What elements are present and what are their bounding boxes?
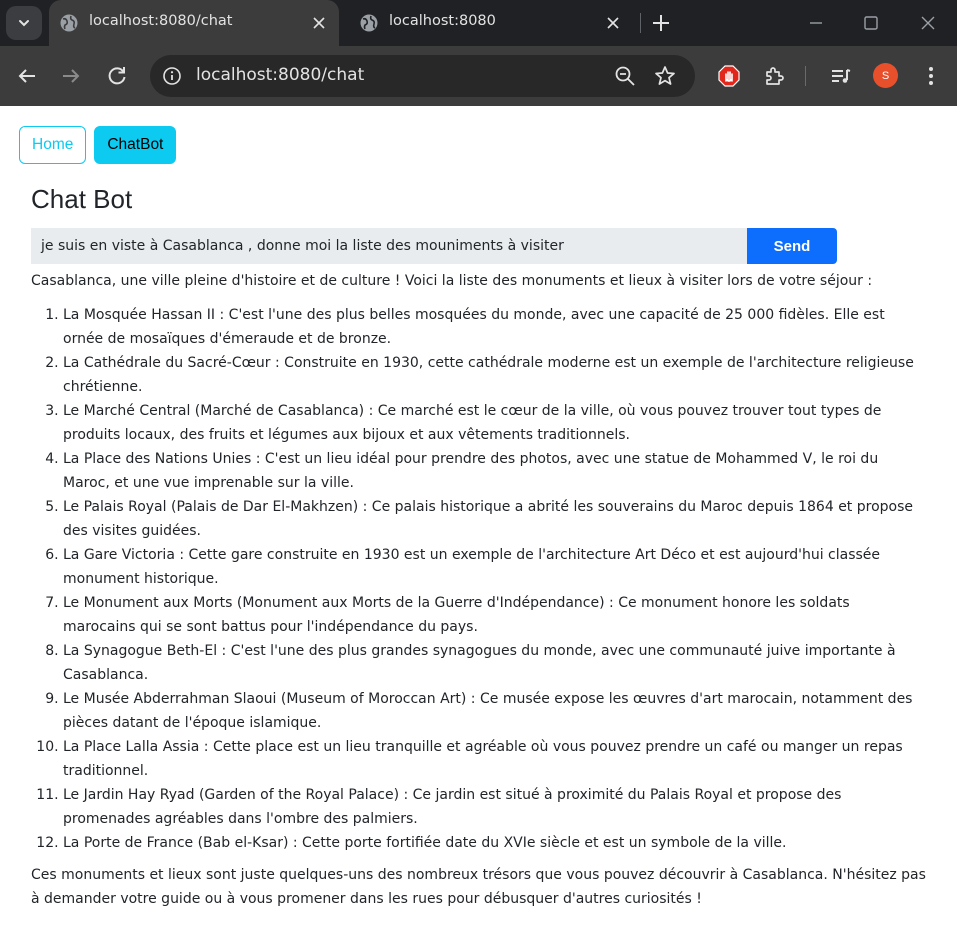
address-bar[interactable]: localhost:8080/chat bbox=[150, 55, 695, 97]
back-icon[interactable] bbox=[15, 64, 39, 88]
maximize-icon[interactable] bbox=[861, 13, 881, 33]
zoom-out-icon[interactable] bbox=[614, 65, 636, 87]
media-control-icon[interactable] bbox=[829, 64, 853, 88]
list-item: La Gare Victoria : Cette gare construite… bbox=[63, 543, 926, 591]
tab-search-button[interactable] bbox=[6, 6, 42, 40]
chatbot-button[interactable]: ChatBot bbox=[94, 126, 177, 164]
list-item: Le Palais Royal (Palais de Dar El-Makhze… bbox=[63, 495, 926, 543]
close-tab-icon[interactable] bbox=[603, 13, 623, 33]
adblock-extension-icon[interactable] bbox=[717, 63, 741, 89]
list-item: La Mosquée Hassan II : C'est l'une des p… bbox=[63, 303, 926, 351]
home-button[interactable]: Home bbox=[19, 126, 87, 164]
close-window-icon[interactable] bbox=[918, 13, 938, 33]
globe-icon bbox=[360, 14, 378, 32]
bookmark-star-icon[interactable] bbox=[653, 64, 677, 88]
browser-tabstrip: localhost:8080/chat localhost:8080 bbox=[0, 0, 957, 46]
chat-input[interactable]: je suis en viste à Casablanca , donne mo… bbox=[31, 228, 747, 264]
list-item: Le Marché Central (Marché de Casablanca)… bbox=[63, 399, 926, 447]
minimize-icon[interactable] bbox=[806, 13, 826, 33]
list-item: Le Musée Abderrahman Slaoui (Museum of M… bbox=[63, 687, 926, 735]
extensions-puzzle-icon[interactable] bbox=[762, 64, 786, 88]
toolbar-divider bbox=[805, 66, 806, 86]
list-item: La Cathédrale du Sacré-Cœur : Construite… bbox=[63, 351, 926, 399]
list-item: Le Jardin Hay Ryad (Garden of the Royal … bbox=[63, 783, 926, 831]
response-outro: Ces monuments et lieux sont juste quelqu… bbox=[31, 867, 926, 907]
tab-home[interactable]: localhost:8080 bbox=[349, 0, 633, 46]
more-menu-icon[interactable] bbox=[919, 64, 943, 88]
list-item: Le Monument aux Morts (Monument aux Mort… bbox=[63, 591, 926, 639]
tab-title: localhost:8080/chat bbox=[89, 13, 233, 29]
list-item: La Porte de France (Bab el-Ksar) : Cette… bbox=[63, 831, 926, 855]
list-item: La Place des Nations Unies : C'est un li… bbox=[63, 447, 926, 495]
tab-title: localhost:8080 bbox=[389, 13, 496, 29]
send-button[interactable]: Send bbox=[747, 228, 837, 264]
browser-toolbar: localhost:8080/chat S bbox=[0, 46, 957, 106]
reload-icon[interactable] bbox=[105, 64, 129, 88]
chat-form: je suis en viste à Casablanca , donne mo… bbox=[31, 228, 837, 264]
list-item: La Synagogue Beth-El : C'est l'une des p… bbox=[63, 639, 926, 687]
address-text: localhost:8080/chat bbox=[196, 65, 365, 85]
tab-separator bbox=[640, 13, 641, 33]
page-content: Home ChatBot Chat Bot je suis en viste à… bbox=[0, 106, 957, 947]
monument-list: La Mosquée Hassan II : C'est l'une des p… bbox=[31, 303, 926, 855]
forward-icon[interactable] bbox=[59, 64, 83, 88]
response-intro: Casablanca, une ville pleine d'histoire … bbox=[31, 273, 873, 289]
globe-icon bbox=[60, 14, 78, 32]
new-tab-icon[interactable] bbox=[649, 11, 673, 35]
page-title: Chat Bot bbox=[31, 184, 133, 214]
list-item: La Place Lalla Assia : Cette place est u… bbox=[63, 735, 926, 783]
chevron-down-icon bbox=[19, 20, 29, 27]
site-info-icon[interactable] bbox=[162, 66, 182, 86]
profile-avatar[interactable]: S bbox=[873, 63, 898, 88]
top-nav: Home ChatBot bbox=[19, 126, 177, 164]
close-tab-icon[interactable] bbox=[309, 13, 329, 33]
chat-response: Casablanca, une ville pleine d'histoire … bbox=[31, 269, 926, 911]
tab-chat[interactable]: localhost:8080/chat bbox=[49, 0, 339, 46]
